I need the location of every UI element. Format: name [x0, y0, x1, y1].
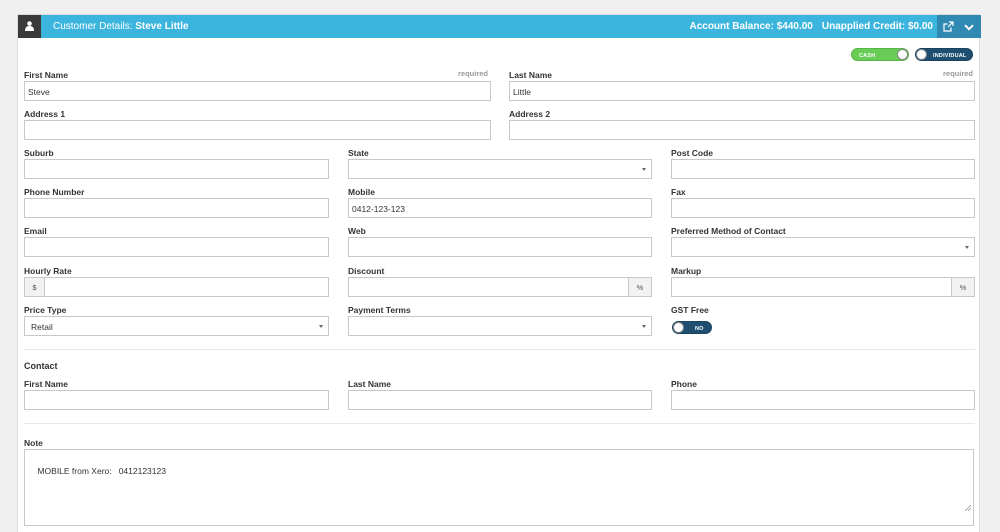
phone-input[interactable] — [24, 198, 329, 218]
contact-phone-label: Phone — [671, 379, 697, 389]
price-type-select[interactable]: Retail — [24, 316, 329, 336]
discount-label: Discount — [348, 266, 385, 276]
contact-phone-input[interactable] — [671, 390, 975, 410]
cash-toggle-label: CASH — [859, 52, 876, 59]
markup-label: Markup — [671, 266, 702, 276]
toggle-knob — [897, 49, 908, 60]
address1-input[interactable] — [24, 120, 491, 140]
price-type-value: Retail — [31, 322, 53, 332]
web-input[interactable] — [348, 237, 652, 257]
percent-addon: % — [628, 277, 652, 297]
individual-toggle-label: INDIVIDUAL — [933, 52, 967, 59]
phone-label: Phone Number — [24, 187, 85, 197]
individual-toggle[interactable]: INDIVIDUAL — [915, 48, 973, 61]
customer-details-panel: Customer Details: Steve Little Account B… — [17, 14, 981, 532]
chevron-down-icon[interactable] — [964, 23, 974, 33]
discount-input[interactable] — [348, 277, 629, 297]
contact-last-name-input[interactable] — [348, 390, 652, 410]
mobile-input[interactable]: 0412-123-123 — [348, 198, 652, 218]
post-code-label: Post Code — [671, 148, 714, 158]
hourly-rate-label: Hourly Rate — [24, 266, 72, 276]
price-type-label: Price Type — [24, 305, 67, 315]
preferred-contact-select[interactable] — [671, 237, 975, 257]
contact-first-name-input[interactable] — [24, 390, 329, 410]
toggle-knob — [673, 322, 684, 333]
caret-down-icon — [642, 325, 646, 328]
web-label: Web — [348, 226, 366, 236]
external-link-icon[interactable] — [943, 21, 954, 34]
fax-input[interactable] — [671, 198, 975, 218]
caret-down-icon — [319, 325, 323, 328]
state-select[interactable] — [348, 159, 652, 179]
panel-title-prefix: Customer Details: — [53, 21, 133, 32]
note-label: Note — [24, 438, 43, 448]
header-actions — [937, 15, 981, 38]
suburb-label: Suburb — [24, 148, 54, 158]
panel-header: Customer Details: Steve Little Account B… — [18, 15, 981, 38]
caret-down-icon — [965, 246, 969, 249]
resize-grip-icon[interactable] — [951, 493, 972, 523]
last-name-label: Last Name — [509, 70, 552, 80]
last-name-required: required — [943, 69, 974, 78]
address1-label: Address 1 — [24, 109, 66, 119]
address2-input[interactable] — [509, 120, 975, 140]
contact-section-title: Contact — [24, 361, 58, 371]
last-name-input[interactable]: Little — [509, 81, 975, 101]
state-label: State — [348, 148, 369, 158]
contact-last-name-label: Last Name — [348, 379, 391, 389]
panel-title: Customer Details: Steve Little — [53, 21, 189, 32]
caret-down-icon — [642, 168, 646, 171]
address2-label: Address 2 — [509, 109, 551, 119]
toggle-knob — [916, 49, 927, 60]
cash-toggle[interactable]: CASH — [851, 48, 909, 61]
fax-label: Fax — [671, 187, 686, 197]
currency-addon: $ — [24, 277, 45, 297]
first-name-label: First Name — [24, 70, 68, 80]
suburb-input[interactable] — [24, 159, 329, 179]
email-input[interactable] — [24, 237, 329, 257]
gst-free-label: GST Free — [671, 305, 709, 315]
account-balance: Account Balance: $440.00 — [689, 21, 813, 32]
first-name-input[interactable]: Steve — [24, 81, 491, 101]
note-textarea[interactable]: MOBILE from Xero: 0412123123 — [24, 449, 974, 526]
payment-terms-label: Payment Terms — [348, 305, 411, 315]
balance-summary: Account Balance: $440.00 Unapplied Credit… — [689, 21, 933, 32]
post-code-input[interactable] — [671, 159, 975, 179]
section-divider — [24, 349, 975, 350]
user-icon — [18, 15, 41, 38]
contact-first-name-label: First Name — [24, 379, 68, 389]
customer-name: Steve Little — [135, 21, 189, 32]
email-label: Email — [24, 226, 47, 236]
mobile-label: Mobile — [348, 187, 375, 197]
hourly-rate-input[interactable] — [44, 277, 329, 297]
payment-terms-select[interactable] — [348, 316, 652, 336]
section-divider — [24, 423, 975, 424]
preferred-contact-label: Preferred Method of Contact — [671, 226, 786, 236]
note-text: MOBILE from Xero: 0412123123 — [37, 466, 166, 476]
gst-free-toggle[interactable]: NO — [672, 321, 712, 334]
unapplied-credit: Unapplied Credit: $0.00 — [821, 21, 933, 32]
gst-free-toggle-label: NO — [695, 325, 704, 332]
first-name-required: required — [458, 69, 489, 78]
percent-addon: % — [951, 277, 975, 297]
markup-input[interactable] — [671, 277, 952, 297]
